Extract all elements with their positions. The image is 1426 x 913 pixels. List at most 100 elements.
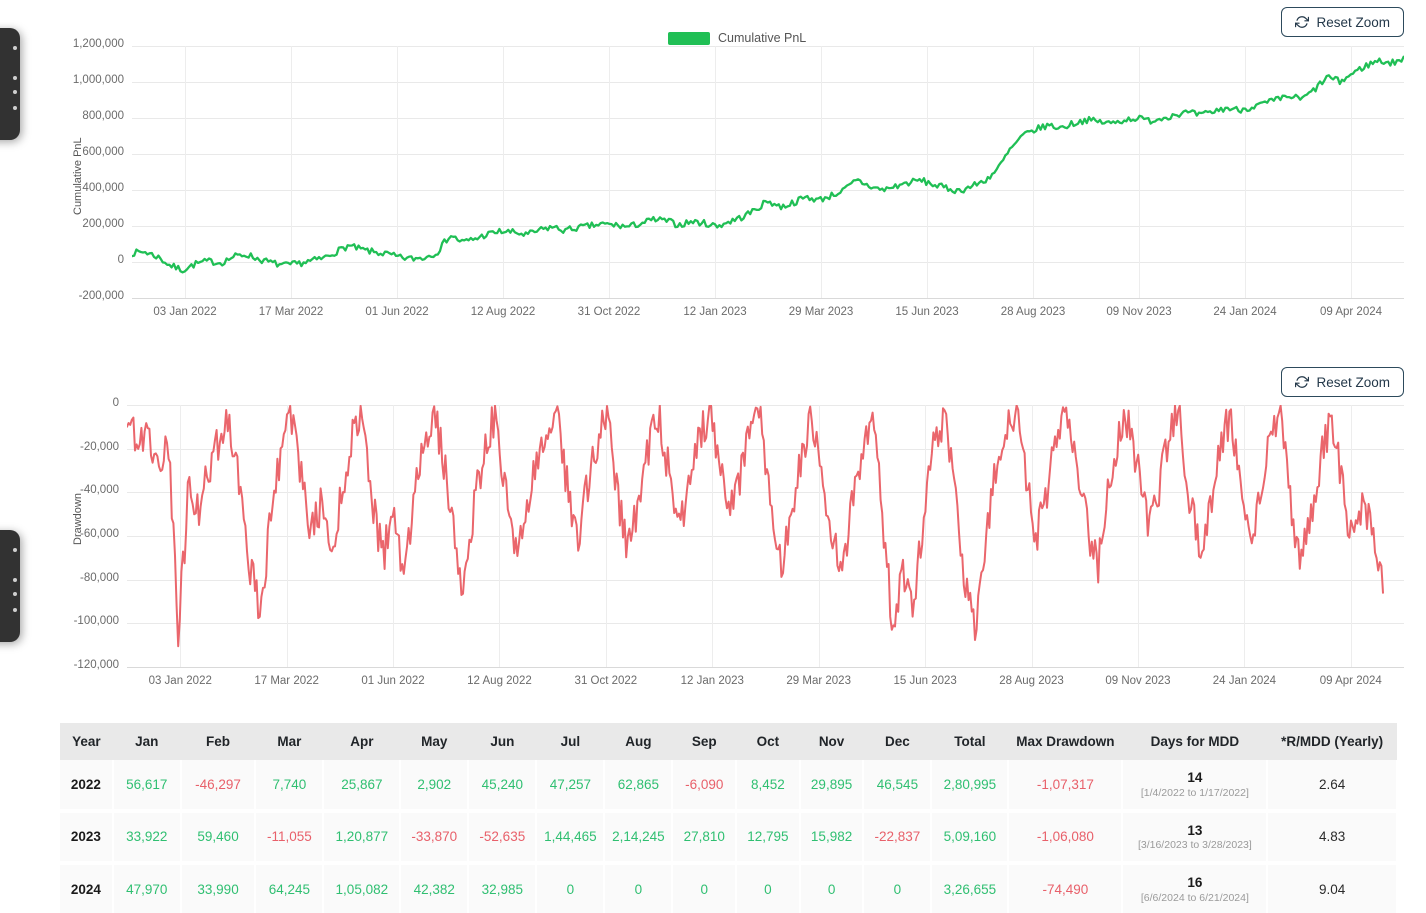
table-cell-r-mdd: 2.64: [1267, 760, 1398, 813]
table-cell-month-pnl: 32,985: [468, 863, 538, 913]
x-axis-tick-label: 29 Mar 2023: [788, 306, 854, 318]
x-axis-tick-label: 15 Jun 2023: [895, 306, 959, 318]
x-axis-tick-label: 24 Jan 2024: [1213, 306, 1277, 318]
table-cell-month-pnl: 59,460: [180, 810, 257, 866]
table-column-header: *R/MDD (Yearly): [1267, 723, 1397, 760]
table-row: 2022 56,617 -46,297 7,740 25,867 2,902 45,240 4…: [60, 760, 1398, 813]
table-cell-month-pnl: 0: [536, 863, 606, 913]
table-cell-total: 2,80,995: [931, 760, 1010, 813]
legend-label-cumulative-pnl: Cumulative PnL: [718, 31, 807, 45]
table-cell-month-pnl: 7,740: [255, 760, 325, 813]
drawdown-plot-area[interactable]: 0 -20,000 -40,000 -60,000 -80,000 -100,000 -12…: [74, 397, 1404, 687]
y-axis-tick-label: -20,000: [79, 440, 119, 453]
table-cell-month-pnl: -52,635: [468, 810, 538, 866]
table-cell-days-for-mdd: 13 [3/16/2023 to 3/28/2023]: [1122, 810, 1269, 866]
mdd-days-value: 14: [1187, 770, 1203, 785]
reset-zoom-label: Reset Zoom: [1316, 14, 1390, 30]
table-cell-month-pnl: 64,245: [255, 863, 325, 913]
table-column-header: Max Drawdown: [1008, 723, 1123, 760]
table-cell-month-pnl: 27,810: [672, 810, 738, 866]
table-cell-total: 3,26,655: [931, 863, 1010, 913]
x-axis-tick-label: 09 Apr 2024: [1319, 675, 1382, 687]
x-axis-tick-label: 03 Jan 2022: [148, 675, 212, 687]
drawdown-chart-panel: Reset Zoom Drawdown 0 -20,000 -40,000 -60,0…: [0, 355, 1426, 705]
table-column-header: Days for MDD: [1122, 723, 1268, 760]
table-cell-month-pnl: 45,240: [468, 760, 538, 813]
x-axis-tick-label: 12 Jan 2023: [680, 675, 744, 687]
reset-zoom-label: Reset Zoom: [1316, 374, 1390, 390]
table-column-header: Dec: [863, 723, 932, 760]
table-cell-month-pnl: 47,257: [536, 760, 606, 813]
table-cell-month-pnl: 1,05,082: [323, 863, 402, 913]
mdd-date-range: [1/4/2022 to 1/17/2022]: [1140, 786, 1249, 799]
table-cell-month-pnl: -22,837: [863, 810, 933, 866]
table-cell-month-pnl: 42,382: [400, 863, 470, 913]
x-axis-tick-label: 17 Mar 2022: [254, 675, 319, 687]
monthly-performance-table: Year Jan Feb Mar Apr May Jun Jul Aug Sep Oct Nov Dec…: [60, 723, 1398, 913]
table-row: 2024 47,970 33,990 64,245 1,05,082 42,382 32,9…: [60, 863, 1398, 913]
table-cell-year: 2022: [60, 760, 114, 813]
x-axis-tick-label: 01 Jun 2022: [365, 306, 429, 318]
series-line-drawdown: [127, 405, 1384, 648]
x-axis-tick-label: 17 Mar 2022: [258, 306, 324, 318]
y-axis-tick-label: 0: [117, 254, 124, 266]
mdd-date-range: [3/16/2023 to 3/28/2023]: [1137, 839, 1252, 852]
y-axis-tick-label: 800,000: [82, 110, 124, 122]
series-layer: [127, 405, 1384, 648]
reset-zoom-button-drawdown[interactable]: Reset Zoom: [1281, 367, 1404, 397]
table-body: 2022 56,617 -46,297 7,740 25,867 2,902 45,240 4…: [60, 760, 1398, 913]
table-cell-max-drawdown: -74,490: [1008, 863, 1124, 913]
table-cell-month-pnl: 12,795: [736, 810, 801, 866]
table-cell-max-drawdown: -1,07,317: [1008, 760, 1124, 813]
table-cell-month-pnl: 2,902: [400, 760, 470, 813]
table-column-header: Jun: [468, 723, 537, 760]
table-column-header: Feb: [180, 723, 256, 760]
y-axis-tick-label: -40,000: [79, 484, 119, 497]
x-axis-tick-label: 03 Jan 2022: [153, 306, 217, 318]
monthly-performance-table-wrap: Year Jan Feb Mar Apr May Jun Jul Aug Sep Oct Nov Dec…: [60, 723, 1398, 913]
table-cell-month-pnl: 0: [863, 863, 933, 913]
table-cell-month-pnl: -33,870: [400, 810, 470, 866]
y-axis-tick-label: -120,000: [73, 659, 119, 671]
table-cell-month-pnl: 15,982: [799, 810, 865, 866]
table-cell-month-pnl: 0: [799, 863, 865, 913]
x-axis-tick-label: 09 Nov 2023: [1106, 306, 1172, 318]
refresh-icon: [1295, 15, 1310, 29]
chart-legend-pnl[interactable]: Cumulative PnL: [668, 31, 806, 45]
cumulative-pnl-chart-panel: Reset Zoom Cumulative PnL Cumulative PnL…: [0, 0, 1426, 340]
y-axis-tick-label: 400,000: [82, 182, 124, 194]
mdd-days-value: 13: [1187, 822, 1203, 838]
table-cell-month-pnl: 29,895: [799, 760, 865, 813]
legend-swatch-cumulative-pnl: [668, 31, 710, 45]
table-cell-month-pnl: 1,44,465: [536, 810, 606, 866]
y-axis-tick-label: -200,000: [78, 290, 124, 302]
series-layer: [132, 55, 1404, 274]
table-column-header: May: [400, 723, 469, 760]
mdd-date-range: [6/6/2024 to 6/21/2024]: [1140, 891, 1249, 904]
x-axis-tick-label: 24 Jan 2024: [1212, 675, 1277, 687]
table-row: 2023 33,922 59,460 -11,055 1,20,877 -33,870 -5…: [60, 810, 1398, 866]
x-axis-tick-label: 28 Aug 2023: [999, 675, 1064, 687]
table-column-header: Apr: [323, 723, 401, 760]
table-cell-month-pnl: 0: [672, 863, 738, 913]
x-axis-tick-label: 12 Jan 2023: [683, 306, 747, 318]
refresh-icon: [1295, 375, 1310, 389]
y-axis-tick-label: 1,000,000: [72, 74, 124, 86]
table-cell-month-pnl: 2,14,245: [604, 810, 674, 866]
table-cell-days-for-mdd: 16 [6/6/2024 to 6/21/2024]: [1122, 863, 1269, 913]
table-cell-month-pnl: 33,990: [180, 863, 257, 913]
x-axis-tick-label: 12 Aug 2022: [470, 306, 536, 318]
x-axis-tick-label: 28 Aug 2023: [1000, 306, 1066, 318]
y-axis-tick-label: -100,000: [73, 615, 119, 628]
y-axis-tick-label: 0: [112, 397, 119, 409]
table-cell-month-pnl: -6,090: [672, 760, 738, 813]
table-cell-month-pnl: 46,545: [863, 760, 933, 813]
mdd-days-value: 16: [1187, 875, 1203, 891]
y-axis-tick-label: -60,000: [79, 528, 119, 540]
pnl-plot-area[interactable]: 1,200,000 1,000,000 800,000 600,000 400,000 2…: [73, 38, 1404, 318]
x-axis-tick-label: 12 Aug 2022: [467, 675, 532, 687]
table-column-header: Year: [60, 723, 113, 760]
table-cell-month-pnl: -46,297: [180, 760, 257, 813]
table-column-header: Sep: [672, 723, 737, 760]
reset-zoom-button-pnl[interactable]: Reset Zoom: [1281, 7, 1404, 37]
